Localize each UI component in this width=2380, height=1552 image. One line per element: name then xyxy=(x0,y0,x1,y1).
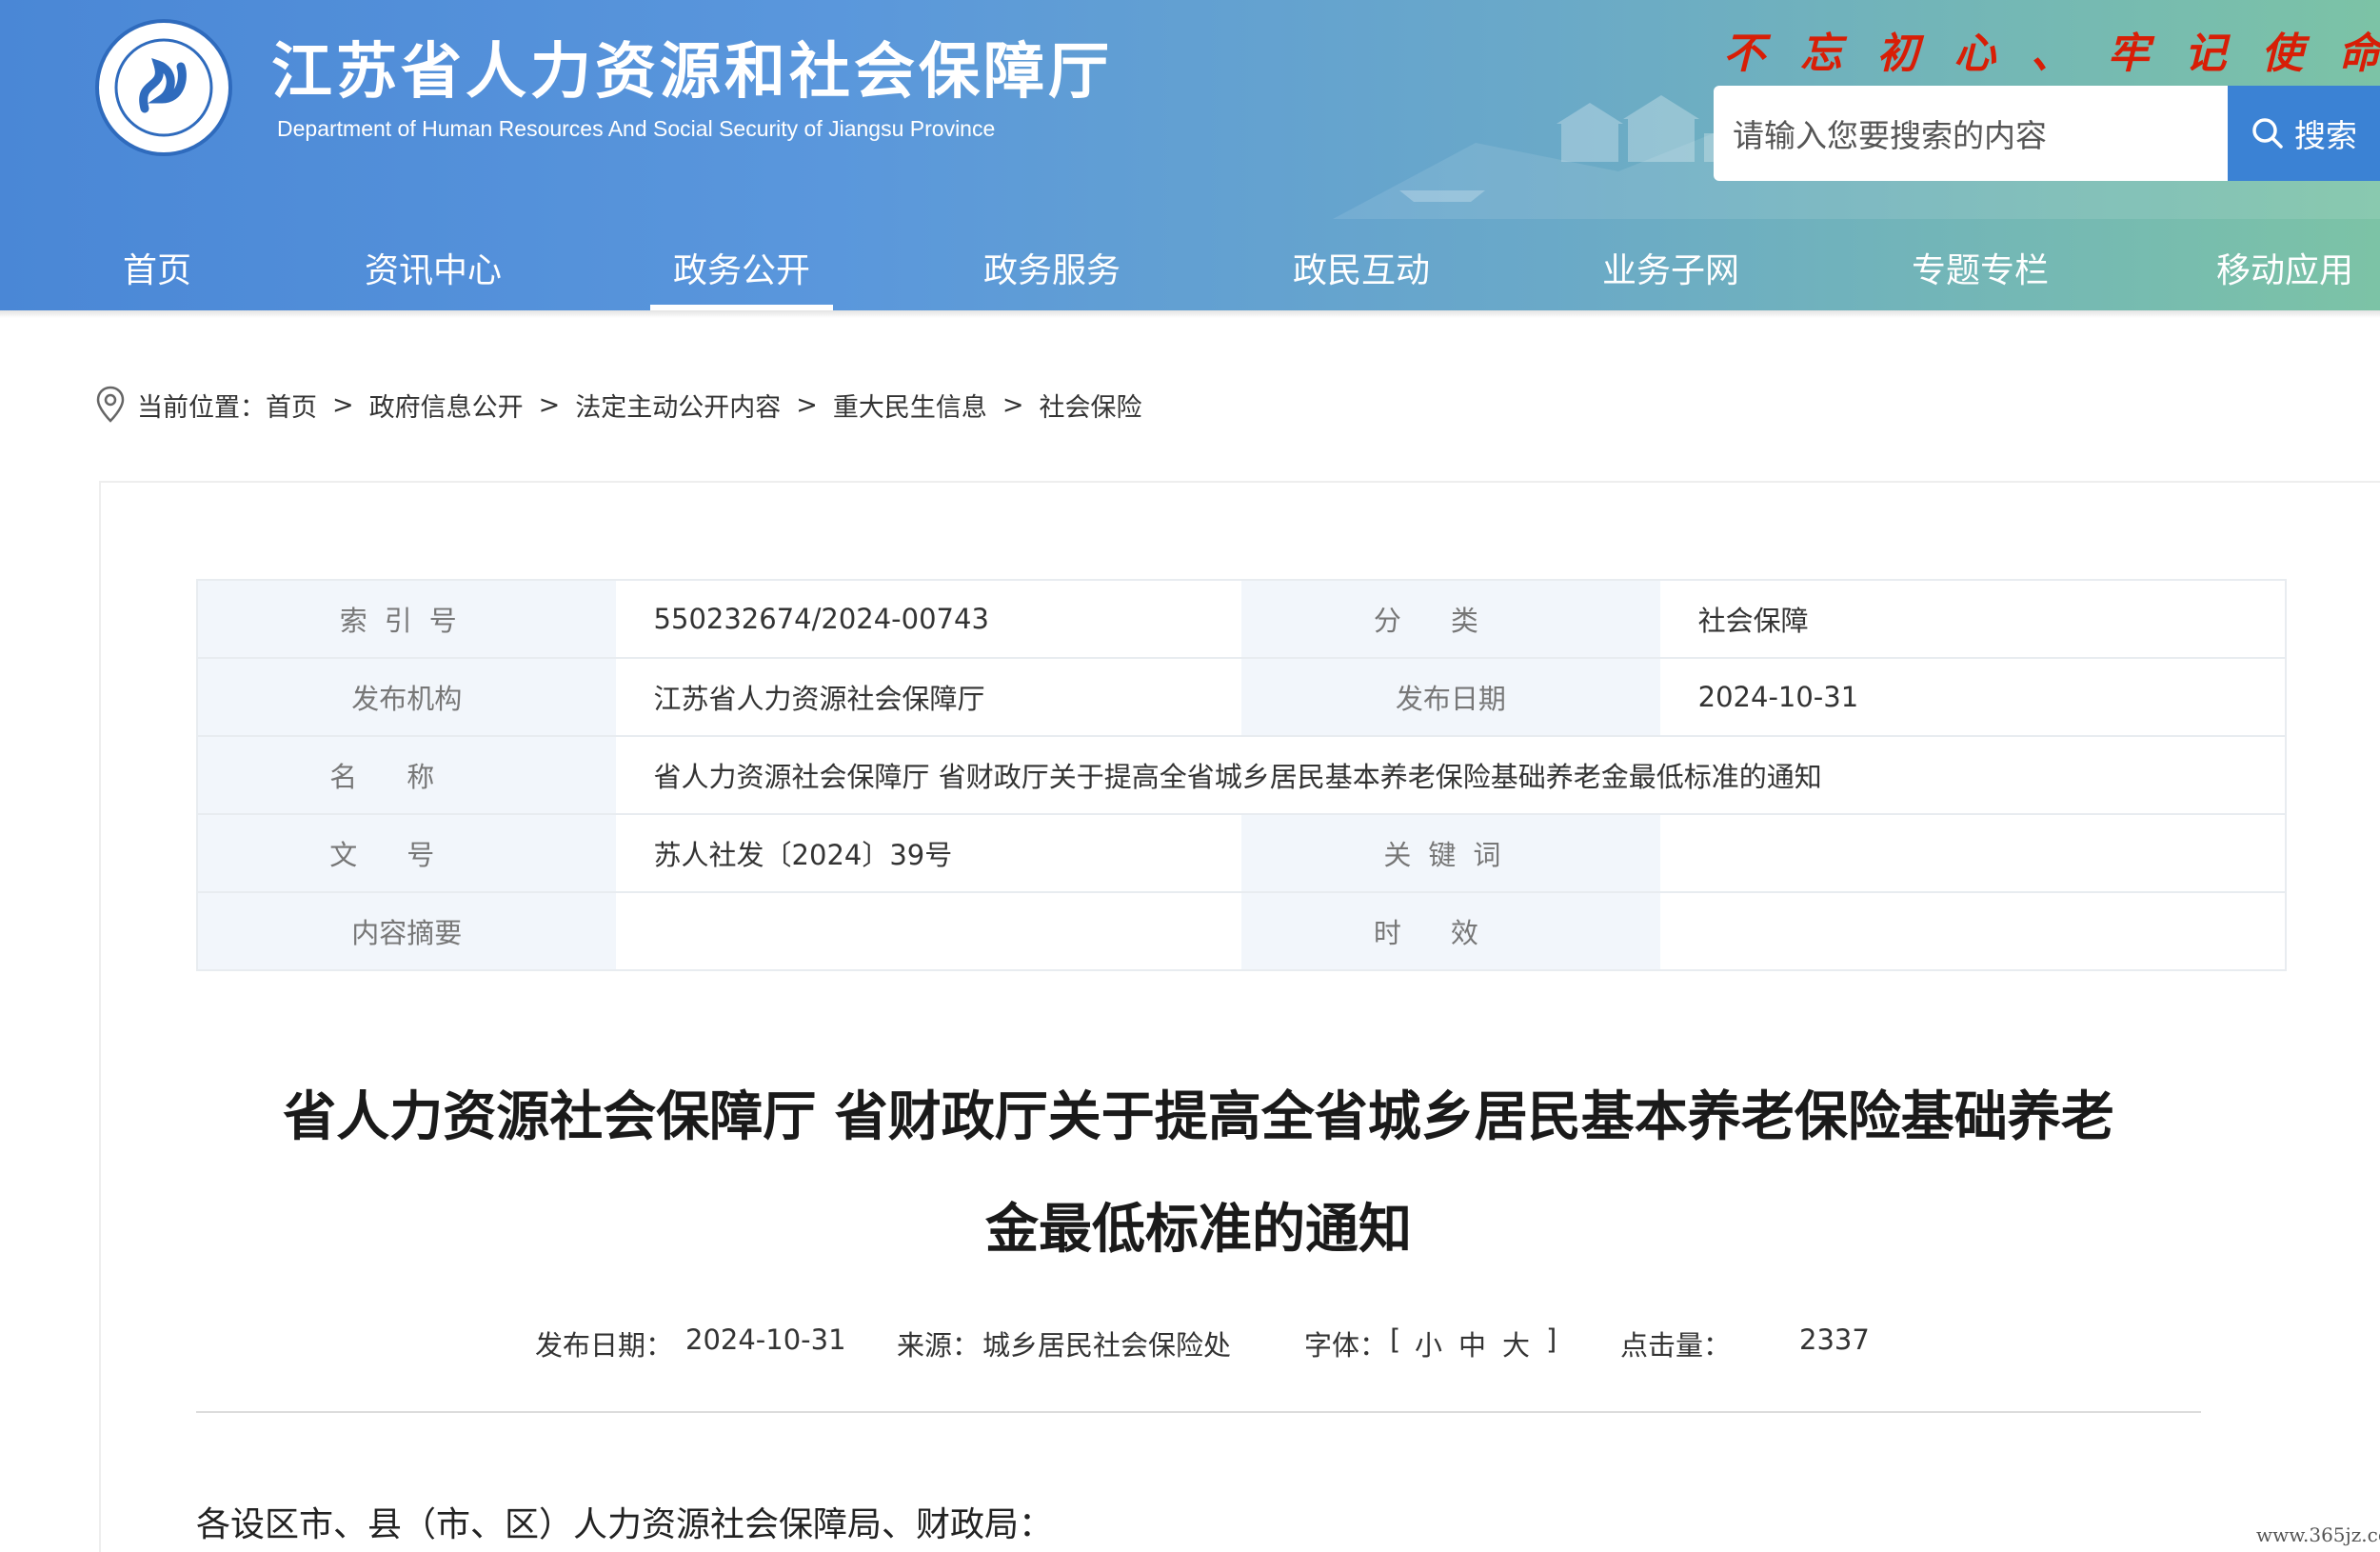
breadcrumb-prefix: 当前位置： xyxy=(137,392,266,423)
site-logo[interactable] xyxy=(95,19,232,156)
slogan-char: 命 xyxy=(2338,30,2380,78)
article-divider xyxy=(196,1411,2201,1413)
meta-label-name: 名称 xyxy=(197,736,616,815)
meta-row: 内容摘要 时效 xyxy=(197,892,2286,970)
meta-row: 发布机构 江苏省人力资源社会保障厅 发布日期 2024-10-31 xyxy=(197,658,2286,737)
font-size-small-button[interactable]: 小 xyxy=(1415,1323,1442,1363)
watermark: www.365jz.com xyxy=(2256,1523,2380,1546)
slogan-char: 初 xyxy=(1876,30,1919,78)
meta-value-date: 2024-10-31 xyxy=(1659,658,2286,737)
meta-value-category: 社会保障 xyxy=(1659,580,2286,659)
slogan-char: 不 xyxy=(1723,30,1765,78)
breadcrumb-separator: > xyxy=(1002,389,1024,420)
breadcrumb-separator: > xyxy=(538,389,561,420)
nav-item-topics[interactable]: 专题专栏 xyxy=(1880,225,2080,310)
logo-emblem-icon xyxy=(114,38,213,137)
nav-item-mobile[interactable]: 移动应用 xyxy=(2190,225,2380,310)
slogan-char: 使 xyxy=(2261,30,2304,78)
meta-label-summary: 内容摘要 xyxy=(197,892,616,970)
font-size-medium-button[interactable]: 中 xyxy=(1458,1323,1486,1363)
nav-item-home[interactable]: 首页 xyxy=(76,225,238,310)
article-salutation: 各设区市、县（市、区）人力资源社会保障局、财政局： xyxy=(196,1505,1054,1544)
breadcrumb-link-statutory[interactable]: 法定主动公开内容 xyxy=(575,387,781,424)
location-pin-icon xyxy=(96,386,125,423)
search-input[interactable]: 请输入您要搜索的内容 xyxy=(1714,86,2228,181)
search-button[interactable]: 搜索 xyxy=(2228,86,2380,181)
meta-row: 文号 苏人社发〔2024〕39号 关键词 xyxy=(197,814,2286,893)
breadcrumb: 当前位置： 首页 > 政府信息公开 > 法定主动公开内容 > 重大民生信息 > … xyxy=(95,386,1142,424)
font-size-bracket: [ xyxy=(1390,1323,1401,1356)
meta-row: 索引号 550232674/2024-00743 分类 社会保障 xyxy=(197,580,2286,659)
meta-label-doc-no: 文号 xyxy=(197,814,616,893)
meta-row: 名称 省人力资源社会保障厅 省财政厅关于提高全省城乡居民基本养老保险基础养老金最… xyxy=(197,736,2286,815)
search-icon xyxy=(2252,118,2283,149)
source-value: 城乡居民社会保险处 xyxy=(982,1329,1232,1362)
document-meta-table: 索引号 550232674/2024-00743 分类 社会保障 发布机构 江苏… xyxy=(196,579,2287,971)
breadcrumb-separator: > xyxy=(332,389,354,420)
slogan-char: 、 xyxy=(2031,30,2073,78)
publish-date-value: 2024-10-31 xyxy=(685,1323,846,1356)
meta-value-index: 550232674/2024-00743 xyxy=(615,580,1242,659)
meta-value-summary xyxy=(616,892,1242,970)
slogan: 不 忘 初 心 、 牢 记 使 命 xyxy=(1723,19,2380,80)
nav-item-subsites[interactable]: 业务子网 xyxy=(1571,225,1771,310)
site-subtitle: Department of Human Resources And Social… xyxy=(277,116,996,141)
meta-label-keywords: 关键词 xyxy=(1241,814,1660,893)
breadcrumb-link-gov-info[interactable]: 政府信息公开 xyxy=(369,387,524,424)
site-title: 江苏省人力资源和社会保障厅 xyxy=(271,37,1113,108)
slogan-char: 心 xyxy=(1954,30,1996,78)
meta-value-validity xyxy=(1660,892,2286,970)
publish-date-label: 发布日期： xyxy=(535,1329,674,1362)
font-size-label: 字体： xyxy=(1304,1329,1388,1362)
main-nav: 首页 资讯中心 政务公开 政务服务 政民互动 业务子网 专题专栏 移动应用 xyxy=(0,225,2380,310)
header-shadow xyxy=(0,310,2380,318)
breadcrumb-link-home[interactable]: 首页 xyxy=(266,387,317,424)
font-size-large-button[interactable]: 大 xyxy=(1502,1323,1530,1363)
font-size-bracket: ] xyxy=(1546,1323,1557,1356)
site-header: 江苏省人力资源和社会保障厅 Department of Human Resour… xyxy=(0,0,2380,310)
source-label: 来源： xyxy=(897,1329,981,1362)
nav-item-news[interactable]: 资讯中心 xyxy=(333,225,533,310)
slogan-char: 牢 xyxy=(2107,30,2150,78)
meta-value-publisher: 江苏省人力资源社会保障厅 xyxy=(615,658,1242,737)
article-title-line: 金最低标准的通知 xyxy=(985,1199,1412,1261)
search-button-label: 搜索 xyxy=(2294,117,2357,154)
meta-label-publisher: 发布机构 xyxy=(197,658,616,737)
nav-item-gov-affairs[interactable]: 政务公开 xyxy=(650,225,833,310)
meta-label-date: 发布日期 xyxy=(1241,658,1660,737)
meta-value-name: 省人力资源社会保障厅 省财政厅关于提高全省城乡居民基本养老保险基础养老金最低标准… xyxy=(615,736,2286,815)
breadcrumb-separator: > xyxy=(796,389,818,420)
breadcrumb-link-social-insurance[interactable]: 社会保险 xyxy=(1040,387,1142,424)
meta-label-category: 分类 xyxy=(1241,580,1660,659)
meta-label-validity: 时效 xyxy=(1241,892,1660,970)
breadcrumb-link-livelihood[interactable]: 重大民生信息 xyxy=(833,387,987,424)
slogan-char: 忘 xyxy=(1799,30,1842,78)
article-title: 省人力资源社会保障厅 省财政厅关于提高全省城乡居民基本养老保险基础养老 金最低标… xyxy=(196,1062,2201,1286)
clicks-label: 点击量： xyxy=(1620,1329,1732,1362)
clicks-value: 2337 xyxy=(1799,1323,1870,1356)
nav-item-interaction[interactable]: 政民互动 xyxy=(1261,225,1461,310)
meta-value-doc-no: 苏人社发〔2024〕39号 xyxy=(615,814,1242,893)
nav-item-services[interactable]: 政务服务 xyxy=(952,225,1152,310)
slogan-char: 记 xyxy=(2184,30,2227,78)
article-title-line: 省人力资源社会保障厅 省财政厅关于提高全省城乡居民基本养老保险基础养老 xyxy=(283,1086,2114,1148)
article-info-bar: 发布日期： 2024-10-31 来源： 城乡居民社会保险处 字体： [ 小 中… xyxy=(196,1323,2201,1371)
search-placeholder: 请输入您要搜索的内容 xyxy=(1733,117,2047,154)
meta-label-index: 索引号 xyxy=(197,580,616,659)
meta-value-keywords xyxy=(1659,814,2286,893)
